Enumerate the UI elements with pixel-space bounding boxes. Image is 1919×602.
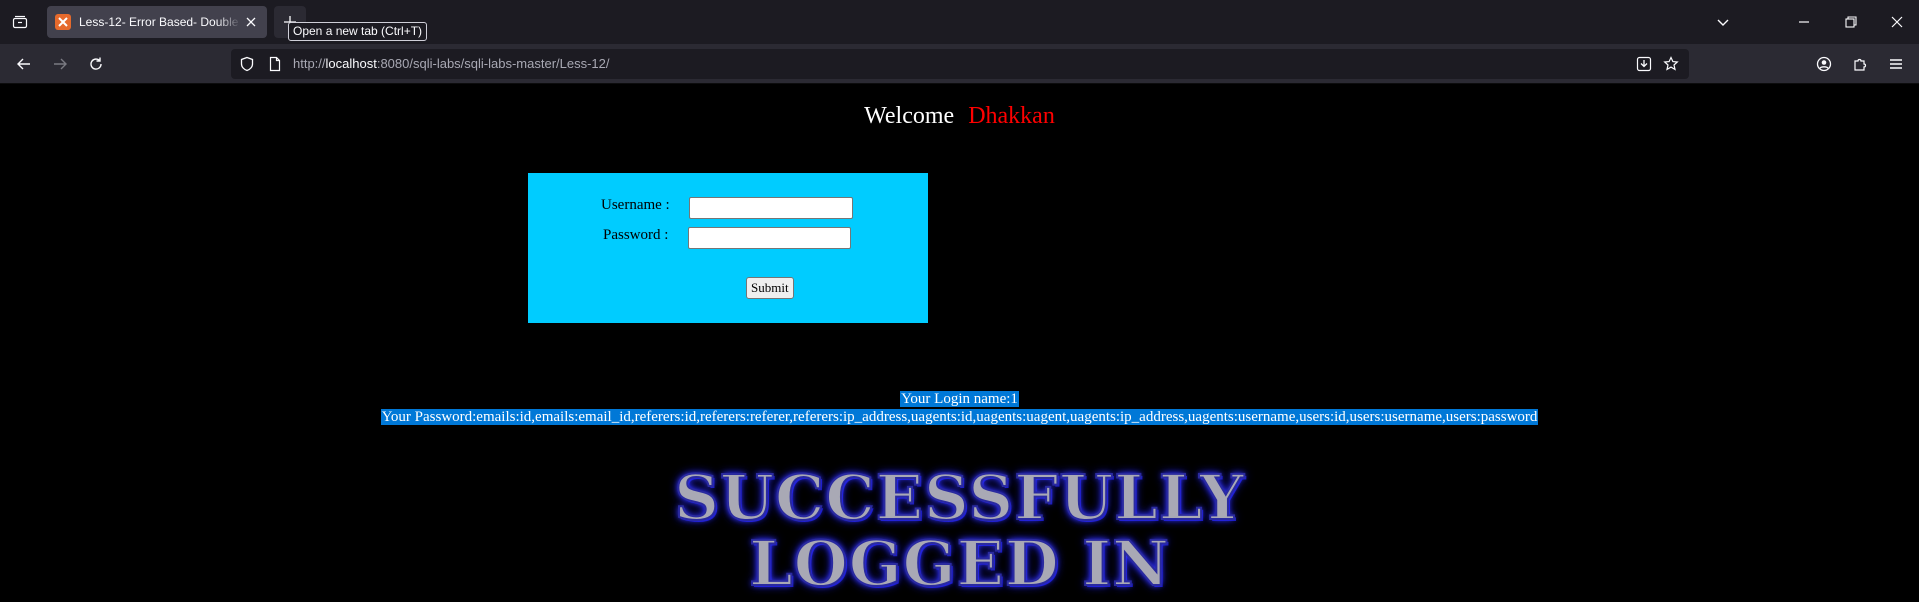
welcome-name: Dhakkan — [968, 103, 1055, 129]
arrow-left-icon — [17, 58, 30, 70]
account-icon — [1816, 56, 1832, 72]
login-form: Username : Password : Submit — [528, 173, 928, 323]
close-window-button[interactable] — [1883, 8, 1911, 36]
success-line-2: LOGGED IN — [748, 527, 1170, 600]
save-to-pocket-icon[interactable] — [1636, 56, 1652, 72]
star-bookmark-icon[interactable] — [1663, 56, 1679, 72]
tab-list-button[interactable] — [8, 10, 32, 34]
app-menu-button[interactable] — [1882, 50, 1910, 78]
restore-icon — [1845, 16, 1857, 28]
minimize-icon — [1799, 21, 1809, 23]
forward-button[interactable] — [46, 50, 74, 78]
browser-titlebar: Less-12- Error Based- Double quotes- Str… — [0, 0, 1919, 44]
username-label: Username : — [601, 197, 670, 213]
page-content: Welcome Dhakkan Username : Password : Sub… — [0, 85, 1919, 602]
password-input[interactable] — [688, 227, 851, 249]
password-result: Your Password:emails:id,emails:email_id,… — [0, 408, 1919, 426]
login-name-text: Your Login name:1 — [900, 391, 1019, 407]
welcome-heading: Welcome Dhakkan — [0, 103, 1919, 130]
back-button[interactable] — [10, 50, 38, 78]
puzzle-extensions-icon — [1854, 58, 1867, 71]
username-input[interactable] — [689, 197, 853, 219]
hamburger-menu-icon — [1890, 59, 1902, 69]
reload-icon — [90, 57, 102, 70]
url-bar[interactable]: http://localhost:8080/sqli-labs/sqli-lab… — [231, 49, 1689, 79]
password-label: Password : — [603, 227, 669, 243]
xampp-favicon-icon — [55, 14, 71, 30]
login-name-result: Your Login name:1 — [0, 390, 1919, 408]
chevron-down-icon — [1717, 19, 1729, 26]
success-banner-image: SUCCESSFULLY LOGGED IN — [0, 461, 1919, 600]
browser-navbar: http://localhost:8080/sqli-labs/sqli-lab… — [0, 44, 1919, 84]
browser-tab-active[interactable]: Less-12- Error Based- Double quotes- Str… — [47, 6, 267, 38]
minimize-button[interactable] — [1790, 8, 1818, 36]
tab-close-icon[interactable] — [243, 14, 259, 30]
list-all-tabs-button[interactable] — [1709, 8, 1737, 36]
success-line-1: SUCCESSFULLY — [673, 461, 1245, 534]
submit-button[interactable]: Submit — [746, 277, 794, 299]
url-text[interactable]: http://localhost:8080/sqli-labs/sqli-lab… — [293, 56, 610, 71]
reload-button[interactable] — [82, 50, 110, 78]
account-button[interactable] — [1810, 50, 1838, 78]
password-text: Your Password:emails:id,emails:email_id,… — [380, 409, 1539, 425]
page-icon — [269, 56, 281, 72]
restore-button[interactable] — [1837, 8, 1865, 36]
close-icon — [1891, 16, 1903, 28]
welcome-text: Welcome — [864, 103, 955, 129]
new-tab-tooltip: Open a new tab (Ctrl+T) — [288, 22, 428, 41]
tab-list-icon — [12, 15, 28, 29]
extensions-button[interactable] — [1846, 50, 1874, 78]
arrow-right-icon — [54, 58, 67, 70]
shield-icon — [240, 56, 254, 72]
tab-title: Less-12- Error Based- Double quotes- Str… — [79, 15, 241, 29]
